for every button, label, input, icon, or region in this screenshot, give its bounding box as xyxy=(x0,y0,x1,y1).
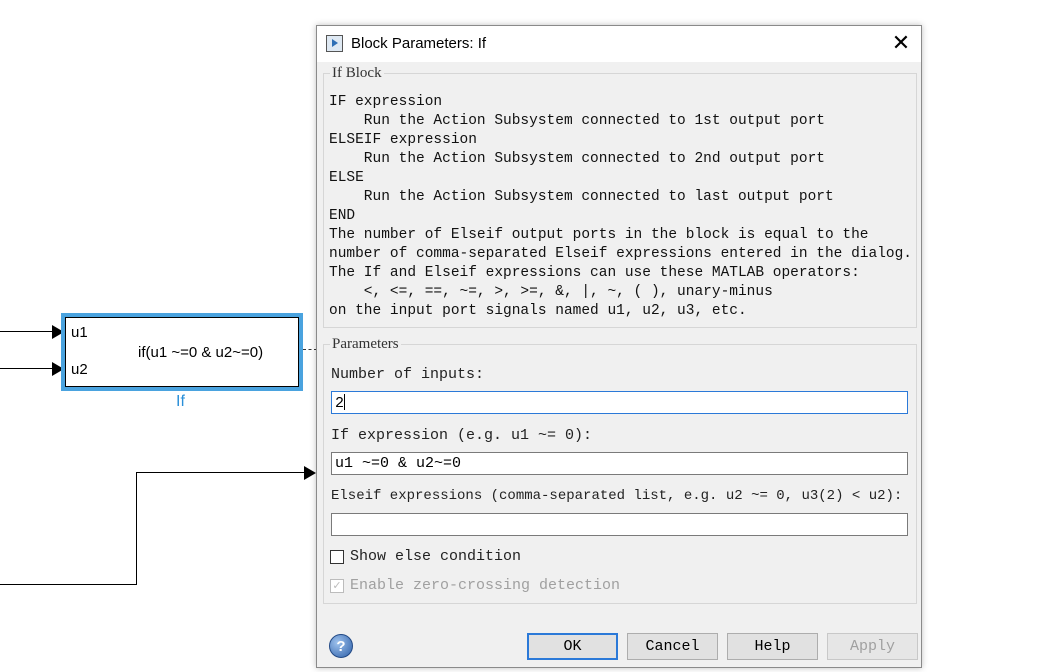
signal-line-lower[interactable] xyxy=(0,584,137,585)
help-button[interactable]: Help xyxy=(727,633,818,660)
arrow-head-icon xyxy=(304,466,316,480)
block-expression: if(u1 ~=0 & u2~=0) xyxy=(138,344,264,361)
signal-line-lower-top[interactable] xyxy=(136,472,304,473)
block-description-text: IF expression Run the Action Subsystem c… xyxy=(329,94,912,319)
close-button[interactable]: ✕ xyxy=(887,29,915,57)
elseif-expressions-field[interactable] xyxy=(331,513,908,536)
block-dialog-link xyxy=(303,349,317,350)
block-parameters-dialog: Block Parameters: If ✕ If Block IF expre… xyxy=(316,25,922,668)
signal-line-u1[interactable] xyxy=(0,331,52,332)
port-label-u2: u2 xyxy=(71,361,88,378)
text-cursor xyxy=(344,394,346,410)
if-expression-label: If expression (e.g. u1 ~= 0): xyxy=(331,427,593,444)
ok-button[interactable]: OK xyxy=(527,633,618,660)
if-block-body[interactable]: u1 u2 if(u1 ~=0 & u2~=0) xyxy=(65,317,299,387)
port-label-u1: u1 xyxy=(71,324,88,341)
number-of-inputs-field[interactable]: 2 xyxy=(331,391,908,414)
zero-crossing-label[interactable]: Enable zero-crossing detection xyxy=(350,577,620,594)
number-of-inputs-value: 2 xyxy=(335,395,345,412)
elseif-expressions-label: Elseif expressions (comma-separated list… xyxy=(331,488,903,504)
cancel-button[interactable]: Cancel xyxy=(627,633,718,660)
signal-line-lower-vertical[interactable] xyxy=(136,472,137,585)
signal-line-u2[interactable] xyxy=(0,368,52,369)
dialog-title: Block Parameters: If xyxy=(351,35,487,52)
show-else-label[interactable]: Show else condition xyxy=(350,548,521,565)
help-question-icon[interactable]: ? xyxy=(329,634,353,658)
apply-button[interactable]: Apply xyxy=(827,633,918,660)
block-name-label[interactable]: If xyxy=(176,393,185,411)
description-group-label: If Block xyxy=(330,65,384,82)
parameters-group-label: Parameters xyxy=(330,336,401,353)
if-expression-field[interactable]: u1 ~=0 & u2~=0 xyxy=(331,452,908,475)
dialog-titlebar[interactable]: Block Parameters: If ✕ xyxy=(317,26,921,62)
if-block[interactable]: u1 u2 if(u1 ~=0 & u2~=0) xyxy=(61,313,303,391)
zero-crossing-checkbox[interactable]: ✓ xyxy=(330,579,344,593)
number-of-inputs-label: Number of inputs: xyxy=(331,366,485,383)
show-else-checkbox[interactable] xyxy=(330,550,344,564)
simulink-block-icon xyxy=(326,35,343,52)
if-expression-value: u1 ~=0 & u2~=0 xyxy=(335,455,462,472)
